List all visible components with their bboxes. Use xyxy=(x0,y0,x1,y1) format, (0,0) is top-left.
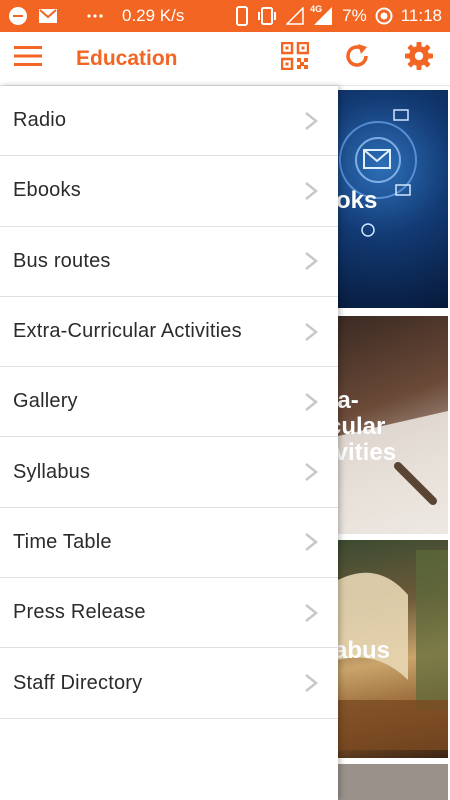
chevron-right-icon xyxy=(304,111,318,131)
drawer-item-label: Time Table xyxy=(13,530,112,553)
extra-curricular-card[interactable]: ra- cular ivities xyxy=(338,316,448,534)
chevron-right-icon xyxy=(304,322,318,342)
drawer-item-label: Ebooks xyxy=(13,179,81,202)
app-bar: Education xyxy=(0,32,450,86)
menu-icon xyxy=(14,45,42,72)
content-grid: oks ra- cular ivities abus xyxy=(338,86,450,800)
network-type: 4G xyxy=(310,4,323,14)
chevron-right-icon xyxy=(304,603,318,623)
clock: 11:18 xyxy=(400,6,442,25)
qr-code-button[interactable] xyxy=(264,32,326,86)
syllabus-card[interactable]: abus xyxy=(338,540,448,758)
settings-button[interactable] xyxy=(388,32,450,86)
power-notification-icon xyxy=(8,6,28,26)
page-title: Education xyxy=(76,46,178,70)
drawer-item-label: Gallery xyxy=(13,390,78,413)
drawer-item-ebooks[interactable]: Ebooks xyxy=(0,156,338,227)
drawer-item-syllabus[interactable]: Syllabus xyxy=(0,437,338,508)
drawer-item-label: Press Release xyxy=(13,601,146,624)
refresh-button[interactable] xyxy=(326,32,388,86)
more-notifications-icon xyxy=(86,13,104,19)
drawer-item-label: Radio xyxy=(13,109,67,132)
menu-button[interactable] xyxy=(0,32,56,86)
network-speed: 0.29 K/s xyxy=(122,6,185,25)
navigation-drawer: Radio Ebooks Bus routes Extra-Curricular… xyxy=(0,86,338,800)
drawer-item-label: Syllabus xyxy=(13,460,91,483)
refresh-icon xyxy=(343,42,371,75)
qr-code-icon xyxy=(280,41,310,75)
signal-empty-icon xyxy=(286,7,304,25)
drawer-item-time-table[interactable]: Time Table xyxy=(0,508,338,579)
drawer-item-label: Extra-Curricular Activities xyxy=(13,320,242,343)
chevron-right-icon xyxy=(304,532,318,552)
next-card[interactable] xyxy=(338,764,448,800)
card-label: oks xyxy=(338,187,378,214)
chevron-right-icon xyxy=(304,392,318,412)
battery-saver-icon xyxy=(375,7,393,25)
drawer-item-staff-directory[interactable]: Staff Directory xyxy=(0,648,338,719)
chevron-right-icon xyxy=(304,673,318,693)
drawer-item-radio[interactable]: Radio xyxy=(0,86,338,157)
drawer-item-press-release[interactable]: Press Release xyxy=(0,578,338,649)
drawer-item-label: Bus routes xyxy=(13,249,111,272)
drawer-item-extra-curricular[interactable]: Extra-Curricular Activities xyxy=(0,297,338,368)
battery-percent: 7% xyxy=(342,6,367,25)
chevron-right-icon xyxy=(304,462,318,482)
card-label: abus xyxy=(338,637,391,664)
gear-icon xyxy=(404,41,434,76)
vibrate-icon xyxy=(256,6,278,26)
drawer-item-bus-routes[interactable]: Bus routes xyxy=(0,227,338,297)
status-bar: 0.29 K/s 4G 7% 11:18 xyxy=(0,0,450,32)
chevron-right-icon xyxy=(304,251,318,271)
chevron-right-icon xyxy=(304,181,318,201)
drawer-item-gallery[interactable]: Gallery xyxy=(0,367,338,438)
gmail-icon xyxy=(38,8,58,24)
drawer-item-label: Staff Directory xyxy=(13,671,143,694)
phone-icon xyxy=(236,6,249,26)
card-label: ra- cular ivities xyxy=(338,387,397,466)
ebooks-card[interactable]: oks xyxy=(338,90,448,308)
signal-4g-icon: 4G xyxy=(310,4,334,26)
